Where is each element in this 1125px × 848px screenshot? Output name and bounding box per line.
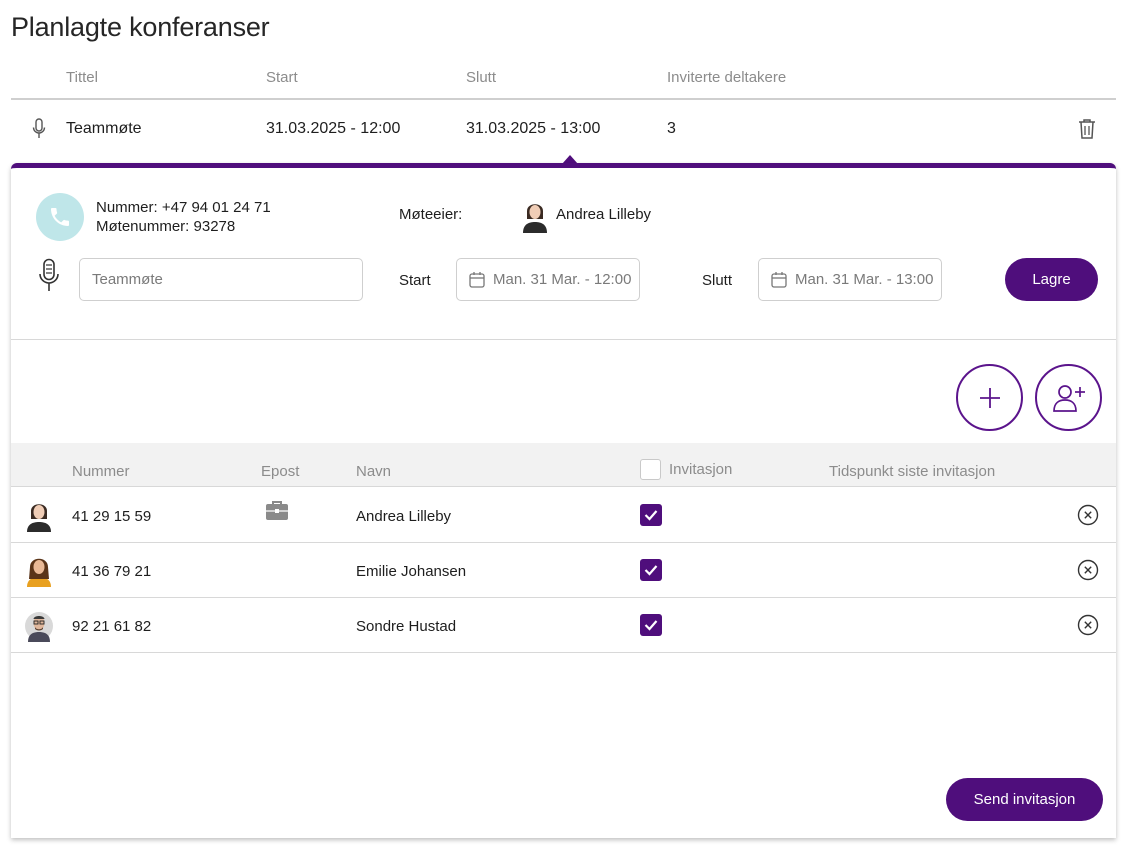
briefcase-icon bbox=[266, 501, 288, 520]
check-icon bbox=[644, 510, 658, 521]
start-date-picker[interactable]: Man. 31 Mar. - 12:00 bbox=[456, 258, 640, 301]
meeting-number: Møtenummer: 93278 bbox=[96, 218, 236, 235]
close-circle-icon[interactable] bbox=[1077, 559, 1099, 581]
conference-detail-panel: Nummer: +47 94 01 24 71 Møtenummer: 9327… bbox=[11, 163, 1116, 838]
participant-name: Emilie Johansen bbox=[356, 563, 467, 580]
conference-invited-count: 3 bbox=[667, 120, 676, 137]
header-name: Navn bbox=[356, 463, 392, 480]
header-start: Start bbox=[266, 69, 298, 86]
check-icon bbox=[644, 620, 658, 631]
header-number: Nummer bbox=[72, 463, 130, 480]
owner-label: Møteeier: bbox=[399, 206, 463, 223]
add-user-icon bbox=[1052, 384, 1085, 412]
owner-name: Andrea Lilleby bbox=[556, 206, 652, 223]
header-email: Epost bbox=[261, 463, 300, 480]
calendar-icon bbox=[469, 272, 485, 288]
header-invitation: Invitasjon bbox=[669, 461, 733, 478]
conference-title: Teammøte bbox=[66, 120, 142, 137]
table-row: 92 21 61 82 Sondre Hustad bbox=[11, 598, 1116, 653]
avatar bbox=[523, 204, 547, 233]
microphone-icon bbox=[39, 258, 59, 291]
add-participant-button[interactable] bbox=[956, 364, 1023, 431]
conference-end: 31.03.2025 - 13:00 bbox=[466, 120, 601, 137]
invitation-checkbox[interactable] bbox=[640, 559, 662, 581]
header-title: Tittel bbox=[66, 69, 98, 86]
participant-number: 92 21 61 82 bbox=[72, 618, 152, 635]
avatar bbox=[25, 612, 53, 642]
phone-badge bbox=[36, 193, 84, 241]
save-button[interactable]: Lagre bbox=[1005, 258, 1098, 301]
participants-table-header: Nummer Epost Navn Invitasjon Tidspunkt s… bbox=[11, 443, 1116, 487]
conference-row[interactable]: Teammøte 31.03.2025 - 12:00 31.03.2025 -… bbox=[11, 100, 1116, 158]
participant-number: 41 36 79 21 bbox=[72, 563, 152, 580]
conference-title-input[interactable] bbox=[79, 258, 363, 301]
section-divider bbox=[11, 339, 1116, 340]
invitation-checkbox[interactable] bbox=[640, 504, 662, 526]
calendar-icon bbox=[771, 272, 787, 288]
table-row: 41 36 79 21 Emilie Johansen bbox=[11, 543, 1116, 598]
close-circle-icon[interactable] bbox=[1077, 614, 1099, 636]
dial-in-number: Nummer: +47 94 01 24 71 bbox=[96, 199, 271, 216]
conference-table-header: Tittel Start Slutt Inviterte deltakere bbox=[11, 62, 1116, 100]
end-date-value: Man. 31 Mar. - 13:00 bbox=[795, 271, 934, 288]
select-all-checkbox[interactable] bbox=[640, 459, 661, 480]
header-invited: Inviterte deltakere bbox=[667, 69, 787, 86]
avatar bbox=[27, 504, 51, 532]
invitation-checkbox[interactable] bbox=[640, 614, 662, 636]
phone-icon bbox=[51, 208, 69, 226]
participant-name: Andrea Lilleby bbox=[356, 508, 452, 525]
close-circle-icon[interactable] bbox=[1077, 504, 1099, 526]
send-invitation-button[interactable]: Send invitasjon bbox=[946, 778, 1103, 821]
microphone-icon bbox=[32, 118, 46, 138]
add-contact-button[interactable] bbox=[1035, 364, 1102, 431]
plus-icon bbox=[979, 387, 1000, 408]
avatar bbox=[27, 558, 51, 587]
start-date-value: Man. 31 Mar. - 12:00 bbox=[493, 271, 632, 288]
header-end: Slutt bbox=[466, 69, 497, 86]
start-label: Start bbox=[399, 272, 431, 289]
end-date-picker[interactable]: Man. 31 Mar. - 13:00 bbox=[758, 258, 942, 301]
trash-icon[interactable] bbox=[1077, 118, 1097, 140]
check-icon bbox=[644, 565, 658, 576]
conference-start: 31.03.2025 - 12:00 bbox=[266, 120, 401, 137]
header-last-invite: Tidspunkt siste invitasjon bbox=[829, 463, 996, 480]
participant-name: Sondre Hustad bbox=[356, 618, 457, 635]
page-title: Planlagte konferanser bbox=[11, 12, 270, 42]
end-label: Slutt bbox=[702, 272, 733, 289]
participant-number: 41 29 15 59 bbox=[72, 508, 152, 525]
table-row: 41 29 15 59 Andrea Lilleby bbox=[11, 488, 1116, 543]
